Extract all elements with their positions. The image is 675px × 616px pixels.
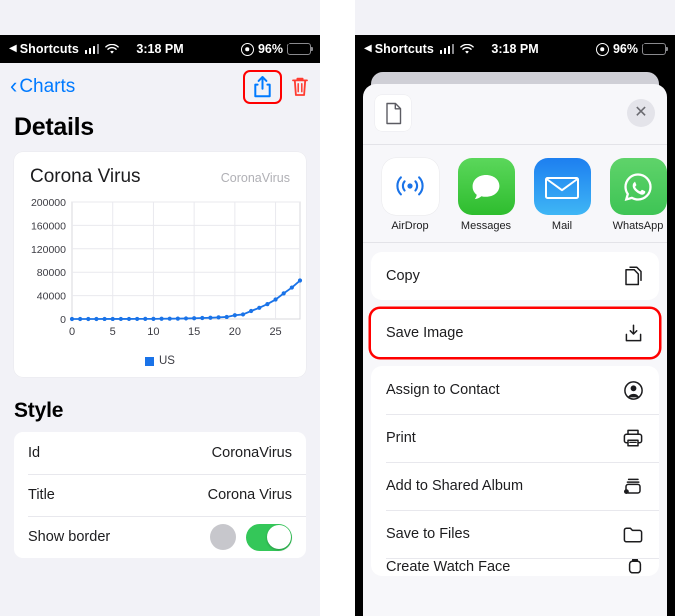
style-row-id[interactable]: Id CoronaVirus [14, 432, 306, 474]
copy-icon [623, 265, 644, 287]
style-list: Id CoronaVirus Title Corona Virus Show b… [14, 432, 306, 558]
share-action-copy[interactable]: Copy [371, 252, 659, 300]
svg-text:0: 0 [69, 326, 75, 338]
shared-album-icon [622, 475, 644, 497]
back-button-label: Charts [19, 76, 76, 97]
share-app-messages[interactable]: Messages [456, 158, 516, 232]
style-row-label: Id [28, 445, 41, 461]
svg-text:25: 25 [269, 326, 281, 338]
chart-title: Corona Virus [30, 166, 141, 187]
right-phone-screen: ◀ Shortcuts 3:18 PM 96% ⚡ ✕ AirDrop Mess… [355, 0, 675, 616]
share-sheet: ✕ AirDrop Messages Mail WhatsApp Copy Sa… [363, 84, 667, 616]
location-services-icon [240, 42, 254, 56]
style-row-label: Title [28, 487, 55, 503]
line-chart: 0 40000 80000 120000 160000 200000 0 5 10 15 20 25 [24, 194, 303, 349]
share-action-print[interactable]: Print [371, 414, 659, 462]
share-action-save-to-files[interactable]: Save to Files [371, 510, 659, 558]
share-action-label: Save Image [386, 325, 464, 341]
panel-gap [320, 0, 355, 616]
chart-svg: 0 40000 80000 120000 160000 200000 0 5 10 15 20 25 [31, 197, 303, 338]
svg-text:20: 20 [229, 326, 241, 338]
share-action-group-3: Assign to Contact Print Add to Shared Al… [371, 366, 659, 576]
chart-subtitle: CoronaVirus [220, 171, 290, 185]
share-action-add-to-shared-album[interactable]: Add to Shared Album [371, 462, 659, 510]
status-bar-time: 3:18 PM [136, 42, 184, 56]
left-phone-screen: ◀ Shortcuts 3:18 PM 96% ⚡ ‹ Charts Detai… [0, 0, 320, 616]
status-bar-time: 3:18 PM [491, 42, 539, 56]
share-action-assign-to-contact[interactable]: Assign to Contact [371, 366, 659, 414]
chart-card-header: Corona Virus CoronaVirus [24, 166, 296, 194]
toggle-knob [266, 525, 291, 549]
svg-text:120000: 120000 [31, 244, 66, 256]
share-app-label: Messages [460, 220, 512, 232]
share-app-airdrop[interactable]: AirDrop [380, 158, 440, 232]
show-border-toggle[interactable] [246, 523, 292, 551]
style-row-label: Show border [28, 529, 111, 545]
status-bar-left: ◀ Shortcuts 3:18 PM 96% ⚡ [0, 35, 320, 63]
status-bar-right-phone: ◀ Shortcuts 3:18 PM 96% ⚡ [355, 35, 675, 63]
airdrop-icon [381, 158, 439, 215]
share-button-highlight [243, 70, 282, 104]
share-action-label: Create Watch Face [386, 559, 511, 575]
style-row-show-border[interactable]: Show border [14, 516, 306, 558]
share-apps-row: AirDrop Messages Mail WhatsApp [363, 145, 667, 243]
style-section-heading: Style [14, 399, 64, 422]
contact-icon [623, 380, 644, 401]
style-row-title[interactable]: Title Corona Virus [14, 474, 306, 516]
share-app-whatsapp[interactable]: WhatsApp [608, 158, 667, 232]
navigation-bar: ‹ Charts [0, 63, 320, 111]
screenshot-stage: ◀ Shortcuts 3:18 PM 96% ⚡ ‹ Charts Detai… [0, 0, 675, 616]
style-row-value: Corona Virus [207, 487, 292, 503]
printer-icon [622, 428, 644, 448]
save-image-icon [623, 322, 644, 344]
share-icon[interactable] [252, 75, 273, 99]
battery-charging-icon: ⚡ [286, 40, 314, 55]
share-app-label: AirDrop [391, 220, 429, 232]
svg-text:40000: 40000 [37, 291, 66, 303]
chevron-left-icon: ‹ [10, 73, 18, 98]
nav-actions [243, 70, 310, 104]
share-action-save-image[interactable]: Save Image [371, 309, 659, 357]
color-swatch-gray[interactable] [210, 524, 236, 550]
share-action-label: Add to Shared Album [386, 478, 524, 494]
svg-text:5: 5 [110, 326, 116, 338]
share-action-create-watch-face[interactable]: Create Watch Face [371, 558, 659, 576]
back-button-charts[interactable]: ‹ Charts [10, 73, 76, 98]
battery-charging-icon: ⚡ [641, 40, 669, 55]
close-icon[interactable]: ✕ [627, 99, 655, 127]
watch-icon [626, 558, 644, 576]
show-border-controls [210, 523, 292, 551]
page-title: Details [14, 113, 94, 141]
share-action-label: Print [386, 430, 416, 446]
chart-card: Corona Virus CoronaVirus 0 40000 80000 1200… [14, 152, 306, 377]
legend-swatch-us [145, 356, 154, 366]
share-action-label: Copy [386, 268, 420, 284]
document-icon [375, 95, 411, 131]
folder-icon [622, 525, 644, 544]
share-sheet-header: ✕ [363, 84, 667, 145]
svg-text:15: 15 [188, 326, 200, 338]
share-action-label: Save to Files [386, 526, 470, 542]
share-action-group-2: Save Image [371, 309, 659, 357]
whatsapp-icon [609, 158, 667, 215]
share-action-label: Assign to Contact [386, 382, 500, 398]
svg-text:10: 10 [147, 326, 159, 338]
location-services-icon [595, 42, 609, 56]
svg-text:80000: 80000 [37, 267, 66, 279]
share-app-label: Mail [551, 220, 573, 232]
trash-icon[interactable] [290, 75, 310, 99]
legend-label-us: US [159, 355, 175, 367]
share-app-mail[interactable]: Mail [532, 158, 592, 232]
svg-text:160000: 160000 [31, 220, 66, 232]
svg-text:200000: 200000 [31, 197, 66, 209]
share-app-label: WhatsApp [612, 220, 664, 232]
share-actions: Copy Save Image Assign to Contact Print … [363, 243, 667, 576]
style-row-value: CoronaVirus [211, 445, 292, 461]
chart-legend: US [24, 349, 296, 367]
svg-text:0: 0 [60, 314, 66, 326]
mail-icon [533, 158, 591, 215]
share-action-group-1: Copy [371, 252, 659, 300]
messages-icon [457, 158, 515, 215]
